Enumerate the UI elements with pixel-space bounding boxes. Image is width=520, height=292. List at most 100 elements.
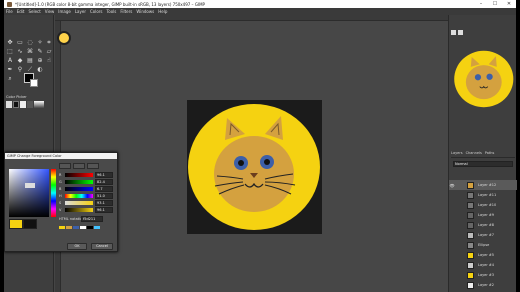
- quick-mask-indicator[interactable]: [57, 31, 71, 45]
- clone-icon[interactable]: ⊕: [36, 57, 44, 65]
- history-icon[interactable]: [458, 30, 463, 35]
- layer-row[interactable]: Layer #10: [449, 200, 517, 210]
- cancel-button[interactable]: Cancel: [91, 243, 113, 250]
- menu-layer[interactable]: Layer: [75, 9, 86, 14]
- menu-windows[interactable]: Windows: [136, 9, 154, 14]
- menu-edit[interactable]: Edit: [17, 9, 25, 14]
- model-tab[interactable]: [59, 163, 71, 169]
- background-color-swatch[interactable]: [30, 79, 38, 87]
- history-swatch[interactable]: [73, 226, 79, 229]
- channel-label: G: [59, 180, 62, 184]
- canvas-image[interactable]: [187, 100, 322, 234]
- layer-row[interactable]: Layer #3: [449, 270, 517, 280]
- menu-view[interactable]: View: [45, 9, 55, 14]
- channel-slider[interactable]: [65, 173, 93, 177]
- preview-cat-face: [465, 65, 502, 100]
- layer-row[interactable]: Layer #2: [449, 280, 517, 290]
- layer-list: 👁 Layer #12 Layer #11 Layer #10 Layer #9 …: [449, 180, 517, 292]
- model-tab[interactable]: [87, 163, 99, 169]
- tab-channels[interactable]: Channels: [466, 151, 482, 157]
- html-notation-input[interactable]: f5d211: [81, 216, 103, 222]
- new-color-preview: [9, 219, 23, 229]
- menu-image[interactable]: Image: [58, 9, 71, 14]
- horizontal-ruler: [55, 15, 448, 21]
- layer-row[interactable]: Layer #9: [449, 210, 517, 220]
- channel-value[interactable]: 82.4: [95, 179, 113, 185]
- menu-file[interactable]: File: [6, 9, 13, 14]
- gradient-icon[interactable]: ▤: [26, 57, 34, 65]
- layer-row[interactable]: Layer #7: [449, 230, 517, 240]
- channel-slider[interactable]: [65, 187, 93, 191]
- layer-row[interactable]: Layer #5: [449, 250, 517, 260]
- layer-row[interactable]: Layer #8: [449, 220, 517, 230]
- menu-filters[interactable]: Filters: [120, 9, 132, 14]
- channel-slider[interactable]: [65, 194, 93, 198]
- menu-colors[interactable]: Colors: [90, 9, 103, 14]
- channel-slider[interactable]: [65, 208, 93, 212]
- warp-icon[interactable]: ∿: [16, 48, 24, 56]
- menu-help[interactable]: Help: [158, 9, 167, 14]
- history-swatch[interactable]: [66, 226, 72, 229]
- tab-layers[interactable]: Layers: [451, 151, 463, 157]
- window-title: *[Untitled]-1.0 (RGB color 8-bit gamma i…: [15, 1, 205, 7]
- preview-left-eye: [474, 74, 482, 81]
- zoom-icon[interactable]: ⌕: [6, 75, 14, 83]
- color-square-picker[interactable]: [9, 169, 49, 217]
- channel-value[interactable]: 96.1: [95, 207, 113, 213]
- hue-strip[interactable]: [51, 169, 56, 217]
- channel-value[interactable]: 6.7: [95, 186, 113, 192]
- layer-name: Layer #3: [478, 273, 495, 277]
- model-tab[interactable]: [73, 163, 85, 169]
- gimp-window: *[Untitled]-1.0 (RGB color 8-bit gamma i…: [4, 0, 517, 292]
- layer-row[interactable]: Ellipse: [449, 240, 517, 250]
- channel-slider[interactable]: [65, 201, 93, 205]
- old-color-preview: [23, 219, 37, 229]
- layer-row[interactable]: Layer #11: [449, 190, 517, 200]
- layer-name: Ellipse: [478, 243, 490, 247]
- layer-mode-select[interactable]: Normal: [453, 161, 513, 167]
- fuzzy-select-icon[interactable]: ✧: [36, 39, 44, 47]
- minimize-button[interactable]: –: [474, 1, 488, 7]
- unified-transform-icon[interactable]: ⬚: [6, 48, 14, 56]
- cage-icon[interactable]: ⌘: [26, 48, 34, 56]
- channel-value[interactable]: 51.0: [95, 193, 113, 199]
- dialog-title: GIMP Change Foreground Color: [5, 153, 117, 159]
- paths-icon[interactable]: ✒: [6, 66, 14, 74]
- ok-button[interactable]: OK: [67, 243, 87, 250]
- rect-select-icon[interactable]: ▭: [16, 39, 24, 47]
- dodge-icon[interactable]: ◐: [36, 66, 44, 74]
- layer-row[interactable]: Layer #4: [449, 260, 517, 270]
- layer-name: Layer #10: [478, 203, 497, 207]
- bucket-fill-icon[interactable]: ◆: [16, 57, 24, 65]
- history-swatch[interactable]: [59, 226, 65, 229]
- layer-name: Layer #11: [478, 193, 497, 197]
- preview-right-eye: [486, 73, 493, 80]
- color-picker-icon[interactable]: ⚲: [16, 66, 24, 74]
- crop-icon[interactable]: ⌗: [45, 39, 53, 47]
- channel-label: V: [59, 208, 62, 212]
- eraser-icon[interactable]: ▱: [45, 48, 53, 56]
- channel-slider[interactable]: [65, 180, 93, 184]
- move-icon[interactable]: ✥: [6, 39, 14, 47]
- channel-value[interactable]: 93.1: [95, 200, 113, 206]
- close-button[interactable]: ✕: [502, 1, 516, 7]
- history-swatch[interactable]: [80, 226, 86, 229]
- text-icon[interactable]: A: [6, 57, 14, 65]
- menu-tools[interactable]: Tools: [107, 9, 117, 14]
- smudge-icon[interactable]: ☝: [45, 57, 53, 65]
- menu-select[interactable]: Select: [28, 9, 40, 14]
- layer-name: Layer #7: [478, 233, 495, 237]
- maximize-button[interactable]: ☐: [488, 1, 502, 7]
- tab-paths[interactable]: Paths: [485, 151, 495, 157]
- layer-row[interactable]: 👁 Layer #12: [449, 180, 517, 190]
- cat-left-pupil: [238, 160, 244, 166]
- nav-icon[interactable]: [451, 30, 456, 35]
- history-swatch[interactable]: [87, 226, 93, 229]
- history-swatch[interactable]: [94, 226, 100, 229]
- channel-value[interactable]: 96.1: [95, 172, 113, 178]
- navigation-preview[interactable]: [453, 49, 515, 109]
- paintbrush-icon[interactable]: ✎: [36, 48, 44, 56]
- layer-thumbnail: [467, 231, 474, 239]
- lasso-icon[interactable]: ◌: [26, 39, 34, 47]
- visibility-eye-icon[interactable]: 👁: [449, 183, 455, 188]
